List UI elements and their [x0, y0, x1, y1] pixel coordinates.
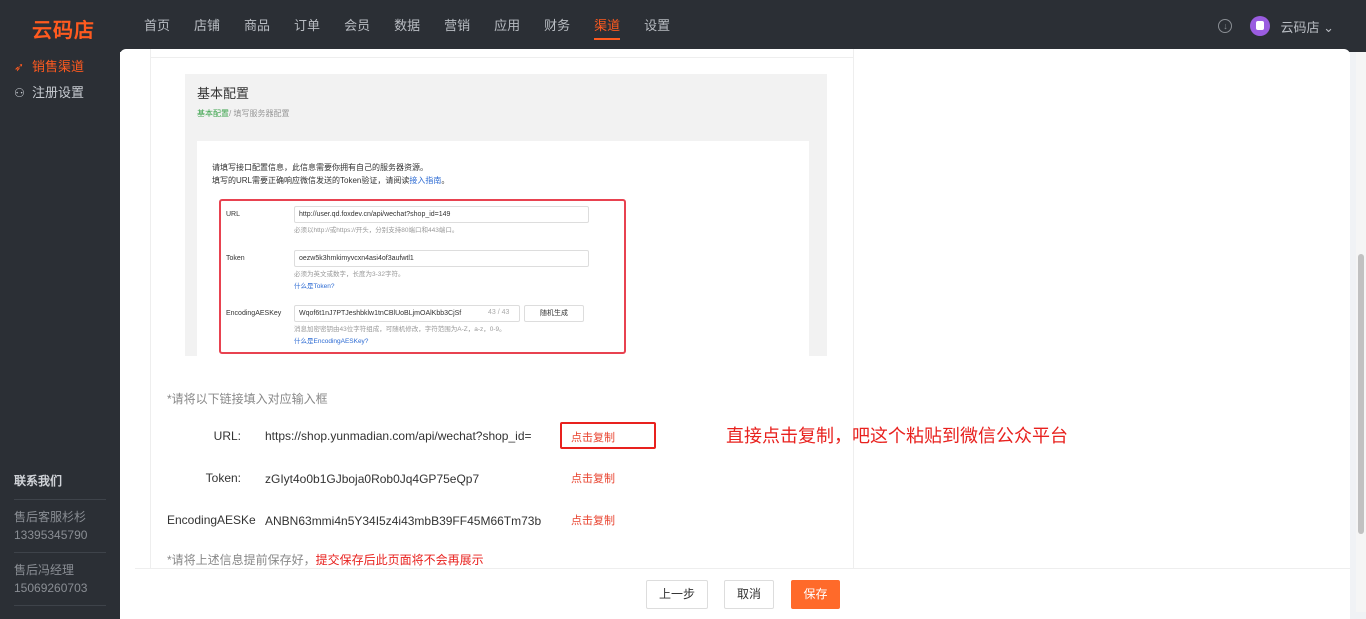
token-help: 什么是Token?	[294, 281, 334, 292]
cancel-button[interactable]: 取消	[724, 580, 774, 609]
aes-hint: 消息加密密钥由43位字符组成，可随机修改，字符范围为A-Z，a-z，0-9。	[294, 326, 506, 333]
main-content: 基本配置 基本配置/ 填写服务器配置 请填写接口配置信息，此信息需要你拥有自己的…	[120, 49, 1350, 619]
breadcrumb-rest: / 填写服务器配置	[229, 109, 290, 118]
token-help-link: 什么是Token?	[294, 283, 335, 290]
store-switcher[interactable]: 云码店 ⌄	[1280, 17, 1334, 36]
aes-label: EncodingAESKe	[167, 513, 256, 527]
save-button[interactable]: 保存	[791, 580, 840, 609]
highlight-box: URL http://user.qd.foxdev.cn/api/wechat?…	[219, 199, 626, 354]
scrollbar-thumb[interactable]	[1358, 254, 1364, 534]
wechat-config-screenshot: 基本配置 基本配置/ 填写服务器配置 请填写接口配置信息，此信息需要你拥有自己的…	[185, 74, 827, 356]
save-note-text: *请将上述信息提前保存好，	[167, 553, 316, 567]
config-card: 基本配置 基本配置/ 填写服务器配置 请填写接口配置信息，此信息需要你拥有自己的…	[150, 49, 1068, 579]
card-divider	[151, 57, 853, 58]
token-field: oezw5k3hmkimyvcxn4asi4of3aufwtl1	[294, 250, 589, 267]
send-icon: ➶	[14, 60, 25, 74]
save-note: *请将上述信息提前保存好，提交保存后此页面将不会再展示	[167, 551, 484, 568]
user-area: ↓ 云码店 ⌄	[1218, 16, 1334, 36]
main-nav: 首页 店铺 商品 订单 会员 数据 营销 应用 财务 渠道 设置	[144, 0, 694, 52]
top-bar: 云码店 首页 店铺 商品 订单 会员 数据 营销 应用 财务 渠道 设置 ↓ 云…	[0, 0, 1366, 52]
url-hint: 必须以http://或https://开头，分别支持80端口和443端口。	[294, 227, 459, 234]
token-label: Token:	[205, 471, 241, 485]
aes-value: ANBN63mmi4n5Y34I5z4i43mbB39FF45M66Tm73b	[265, 514, 542, 528]
nav-item-orders[interactable]: 订单	[294, 0, 320, 52]
contact-item: 售后客服杉杉 13395345790	[14, 500, 106, 553]
nav-item-members[interactable]: 会员	[344, 0, 370, 52]
desc-line: 请填写接口配置信息，此信息需要你拥有自己的服务器资源。	[212, 163, 428, 172]
sidebar-item-register-settings[interactable]: ⚇ 注册设置	[0, 80, 120, 106]
aes-label: EncodingAESKey	[226, 310, 282, 317]
desc-text: 填写的URL需要正确响应微信发送的Token验证，请阅读	[212, 176, 410, 185]
sidebar: ➶ 销售渠道 ⚇ 注册设置 联系我们 售后客服杉杉 13395345790 售后冯经…	[0, 52, 120, 619]
copy-token-button[interactable]: 点击复制	[571, 470, 615, 486]
aes-help: 什么是EncodingAESKey?	[294, 336, 368, 347]
nav-item-marketing[interactable]: 营销	[444, 0, 470, 52]
shot-panel: 请填写接口配置信息，此信息需要你拥有自己的服务器资源。 填写的URL需要正确响应…	[197, 141, 809, 356]
sidebar-item-sales-channel[interactable]: ➶ 销售渠道	[0, 54, 120, 80]
url-label: URL:	[213, 429, 241, 443]
brand-logo[interactable]: 云码店	[32, 14, 95, 43]
nav-item-finance[interactable]: 财务	[544, 0, 570, 52]
contact-title: 联系我们	[14, 472, 106, 500]
copy-aes-button[interactable]: 点击复制	[571, 512, 615, 528]
contact-phone: 15069260703	[14, 581, 88, 595]
desc-line: 填写的URL需要正确响应微信发送的Token验证，请阅读接入指南。	[212, 174, 449, 187]
contact-name: 售后冯经理	[14, 563, 75, 577]
page-scrollbar[interactable]	[1356, 52, 1366, 612]
download-icon[interactable]: ↓	[1218, 19, 1233, 33]
avatar[interactable]	[1250, 16, 1271, 36]
shot-description: 请填写接口配置信息，此信息需要你拥有自己的服务器资源。 填写的URL需要正确响应…	[212, 161, 449, 187]
guide-link: 接入指南	[409, 176, 442, 185]
nav-item-home[interactable]: 首页	[144, 0, 170, 52]
sidebar-item-label: 注册设置	[32, 85, 85, 100]
contact-name: 售后客服杉杉	[14, 510, 87, 524]
url-field: http://user.qd.foxdev.cn/api/wechat?shop…	[294, 206, 589, 223]
token-value: zGIyt4o0b1GJboja0Rob0Jq4GP75eQp7	[265, 472, 480, 486]
shot-title: 基本配置	[197, 86, 250, 101]
desc-end: 。	[441, 176, 450, 185]
nav-item-apps[interactable]: 应用	[494, 0, 520, 52]
contact-phone: 13395345790	[14, 528, 88, 542]
nav-item-data[interactable]: 数据	[394, 0, 420, 52]
token-hint: 必须为英文或数字，长度为3-32字符。	[294, 271, 405, 278]
contact-item: 售后冯经理 15069260703	[14, 553, 106, 606]
url-value: https://shop.yunmadian.com/api/wechat?sh…	[265, 429, 532, 443]
aes-help-link: 什么是EncodingAESKey?	[294, 338, 369, 345]
save-note-warning: 提交保存后此页面将不会再展示	[315, 553, 484, 567]
contact-section: 联系我们 售后客服杉杉 13395345790 售后冯经理 1506926070…	[14, 472, 106, 606]
nav-item-store[interactable]: 店铺	[194, 0, 220, 52]
sidebar-item-label: 销售渠道	[32, 59, 85, 74]
nav-item-settings[interactable]: 设置	[644, 0, 670, 52]
aes-value: Wqof6t1nJ7PTJeshbklw1tnCBlUoBLjmOAlKbb3C…	[299, 310, 462, 317]
instruction-annotation: 直接点击复制，吧这个粘贴到微信公众平台	[726, 426, 1068, 446]
prev-step-button[interactable]: 上一步	[646, 580, 708, 609]
aes-field: Wqof6t1nJ7PTJeshbklw1tnCBlUoBLjmOAlKbb3C…	[294, 305, 520, 322]
breadcrumb: 基本配置/ 填写服务器配置	[197, 108, 289, 119]
fill-note: *请将以下链接填入对应输入框	[167, 392, 328, 406]
random-generate-button: 随机生成	[524, 305, 584, 322]
breadcrumb-active: 基本配置	[197, 109, 229, 118]
nav-item-channels[interactable]: 渠道	[594, 0, 621, 52]
action-footer: 上一步 取消 保存	[135, 568, 1350, 619]
token-label: Token	[226, 255, 245, 262]
nav-item-products[interactable]: 商品	[244, 0, 270, 52]
aes-count: 43 / 43	[488, 309, 510, 316]
user-settings-icon: ⚇	[14, 86, 25, 100]
copy-url-highlight	[560, 422, 656, 449]
url-label: URL	[226, 211, 241, 218]
